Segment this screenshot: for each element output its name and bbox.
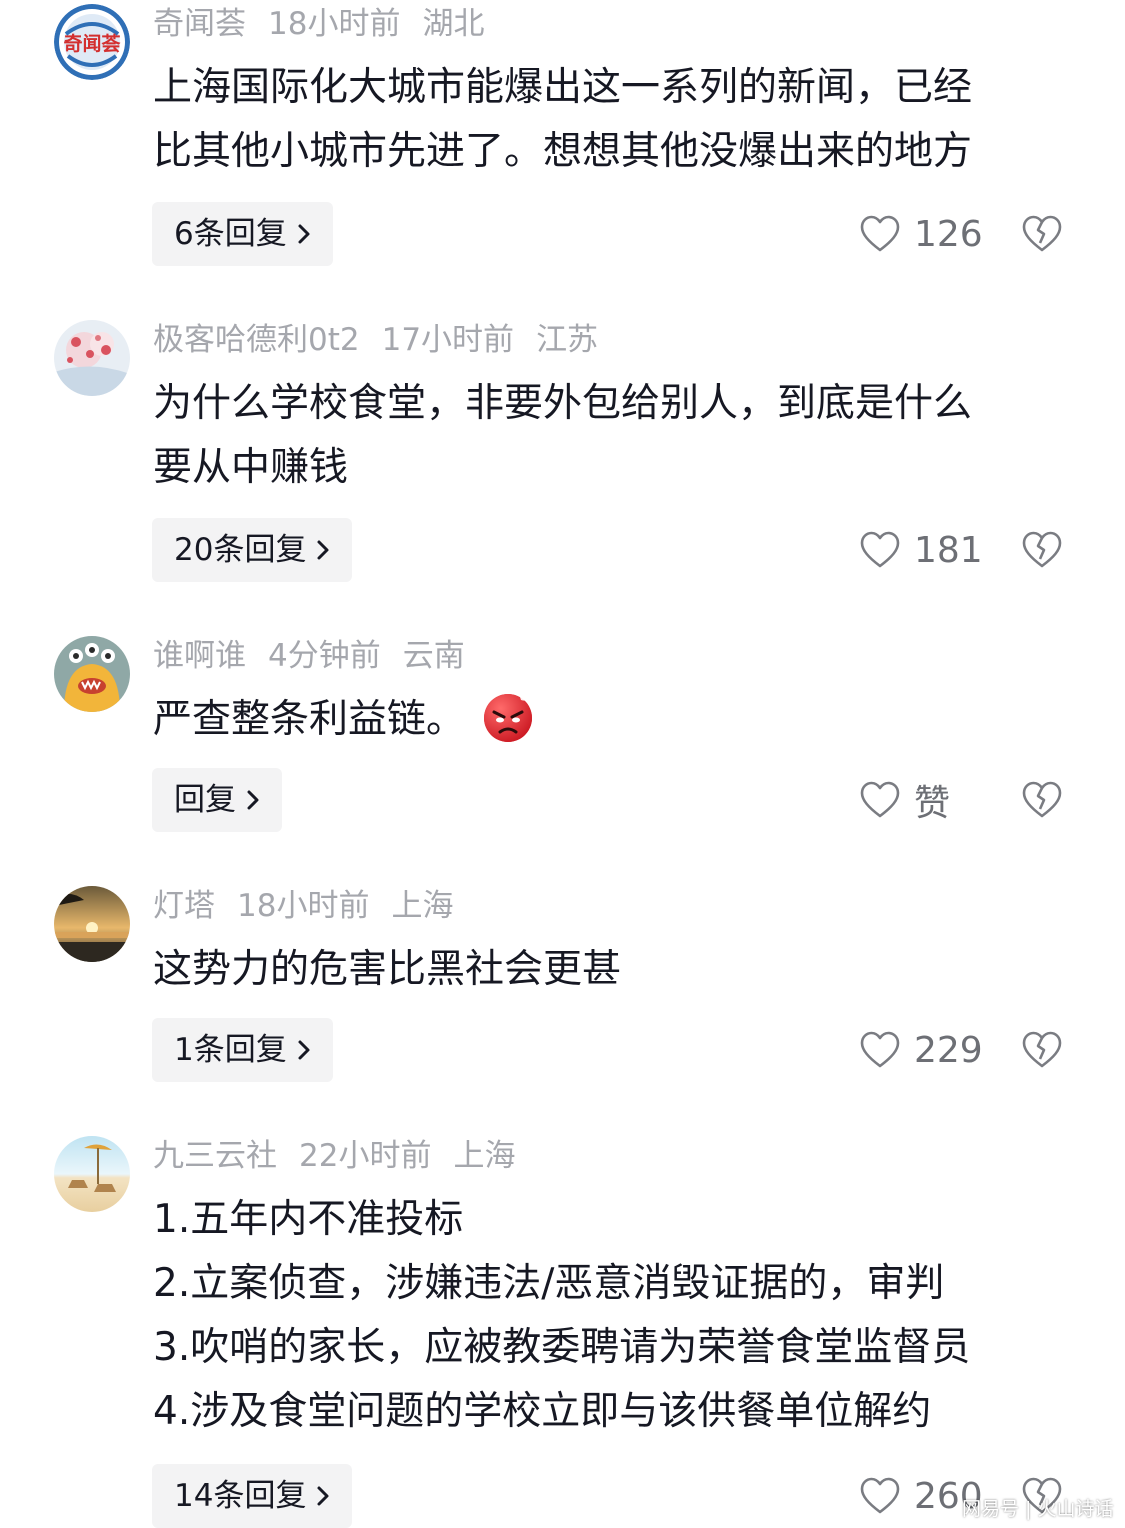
avatar[interactable]: 奇闻荟 xyxy=(54,4,130,80)
avatar[interactable] xyxy=(54,320,130,396)
comment-meta: 灯塔 18小时前 上海 xyxy=(153,886,475,926)
location: 上海 xyxy=(453,1138,516,1174)
replies-button[interactable]: 回复 xyxy=(152,768,282,832)
chevron-right-icon xyxy=(298,224,310,244)
comment-line: 4.涉及食堂问题的学校立即与该供餐单位解约 xyxy=(153,1389,932,1434)
broken-heart-icon xyxy=(1022,1031,1062,1068)
avatar[interactable] xyxy=(54,1136,130,1212)
broken-heart-icon xyxy=(1022,215,1062,252)
comment-line: 2.立案侦查，涉嫌违法/恶意消毁证据的，审判 xyxy=(153,1261,945,1306)
replies-label: 6条回复 xyxy=(174,216,287,252)
comment-line: 3.吹哨的家长，应被教委聘请为荣誉食堂监督员 xyxy=(153,1325,971,1370)
timestamp: 4分钟前 xyxy=(268,638,381,674)
comment-text: 1.五年内不准投标 2.立案侦查，涉嫌违法/恶意消毁证据的，审判 3.吹哨的家长… xyxy=(153,1188,1083,1444)
heart-icon xyxy=(860,781,900,818)
comment-text: 为什么学校食堂，非要外包给别人，到底是什么 要从中赚钱 xyxy=(153,372,1083,500)
comment-line: 为什么学校食堂，非要外包给别人，到底是什么 xyxy=(153,381,973,426)
avatar[interactable] xyxy=(54,886,130,962)
angry-face-emoji-icon xyxy=(484,693,533,742)
username[interactable]: 谁啊谁 xyxy=(153,638,246,674)
username[interactable]: 奇闻荟 xyxy=(153,6,246,42)
dislike-button[interactable] xyxy=(1022,1018,1064,1082)
replies-label: 1条回复 xyxy=(174,1032,287,1068)
like-button[interactable]: 229 xyxy=(860,1018,983,1082)
comment-text: 上海国际化大城市能爆出这一系列的新闻，已经 比其他小城市先进了。想想其他没爆出来… xyxy=(153,56,1083,184)
dislike-button[interactable] xyxy=(1022,768,1064,832)
chevron-right-icon xyxy=(298,1040,310,1060)
heart-icon xyxy=(860,531,900,568)
username[interactable]: 灯塔 xyxy=(153,888,215,924)
comment-meta: 奇闻荟 18小时前 湖北 xyxy=(153,4,506,44)
comment-text: 这势力的危害比黑社会更甚 xyxy=(153,938,1083,1002)
chevron-right-icon xyxy=(247,790,259,810)
like-button[interactable]: 赞 xyxy=(860,768,950,832)
comment-meta: 九三云社 22小时前 上海 xyxy=(153,1136,537,1176)
heart-icon xyxy=(860,1031,900,1068)
timestamp: 18小时前 xyxy=(237,888,370,924)
like-count: 229 xyxy=(914,1029,983,1071)
broken-heart-icon xyxy=(1022,531,1062,568)
comment-line: 这势力的危害比黑社会更甚 xyxy=(153,947,622,992)
username[interactable]: 九三云社 xyxy=(153,1138,277,1174)
chevron-right-icon xyxy=(317,1486,329,1506)
chevron-right-icon xyxy=(317,540,329,560)
like-button[interactable]: 181 xyxy=(860,518,983,582)
heart-icon xyxy=(860,1477,900,1514)
comment-line: 严查整条利益链。 xyxy=(153,688,1083,752)
location: 上海 xyxy=(391,888,454,924)
comment-text: 严查整条利益链。 xyxy=(153,688,1083,752)
comment-meta: 谁啊谁 4分钟前 云南 xyxy=(153,636,487,676)
replies-label: 20条回复 xyxy=(174,532,307,568)
timestamp: 18小时前 xyxy=(268,6,401,42)
location: 云南 xyxy=(402,638,465,674)
heart-icon xyxy=(860,215,900,252)
replies-button[interactable]: 6条回复 xyxy=(152,202,333,266)
like-count: 181 xyxy=(914,529,983,571)
replies-label: 回复 xyxy=(174,782,236,818)
replies-button[interactable]: 14条回复 xyxy=(152,1464,353,1528)
comment-line-text: 严查整条利益链。 xyxy=(153,697,466,742)
replies-label: 14条回复 xyxy=(174,1478,307,1514)
dislike-button[interactable] xyxy=(1022,518,1064,582)
comment-line: 要从中赚钱 xyxy=(153,445,349,490)
replies-button[interactable]: 1条回复 xyxy=(152,1018,333,1082)
replies-button[interactable]: 20条回复 xyxy=(152,518,353,582)
comment-line: 1.五年内不准投标 xyxy=(153,1197,464,1242)
like-button[interactable]: 126 xyxy=(860,202,983,266)
watermark: 网易号 | 火山诗话 xyxy=(962,1498,1114,1520)
dislike-button[interactable] xyxy=(1022,202,1064,266)
broken-heart-icon xyxy=(1022,781,1062,818)
avatar[interactable] xyxy=(54,636,130,712)
location: 江苏 xyxy=(536,322,599,358)
avatar-label: 奇闻荟 xyxy=(63,32,120,55)
comment-line: 上海国际化大城市能爆出这一系列的新闻，已经 xyxy=(153,65,973,110)
comment-meta: 极客哈德利0t2 17小时前 江苏 xyxy=(153,320,620,360)
like-count: 126 xyxy=(914,213,983,255)
like-count: 赞 xyxy=(914,783,951,824)
comment-line: 比其他小城市先进了。想想其他没爆出来的地方 xyxy=(153,129,973,174)
timestamp: 22小时前 xyxy=(299,1138,432,1174)
location: 湖北 xyxy=(422,6,485,42)
timestamp: 17小时前 xyxy=(381,322,515,358)
username[interactable]: 极客哈德利0t2 xyxy=(153,322,360,358)
